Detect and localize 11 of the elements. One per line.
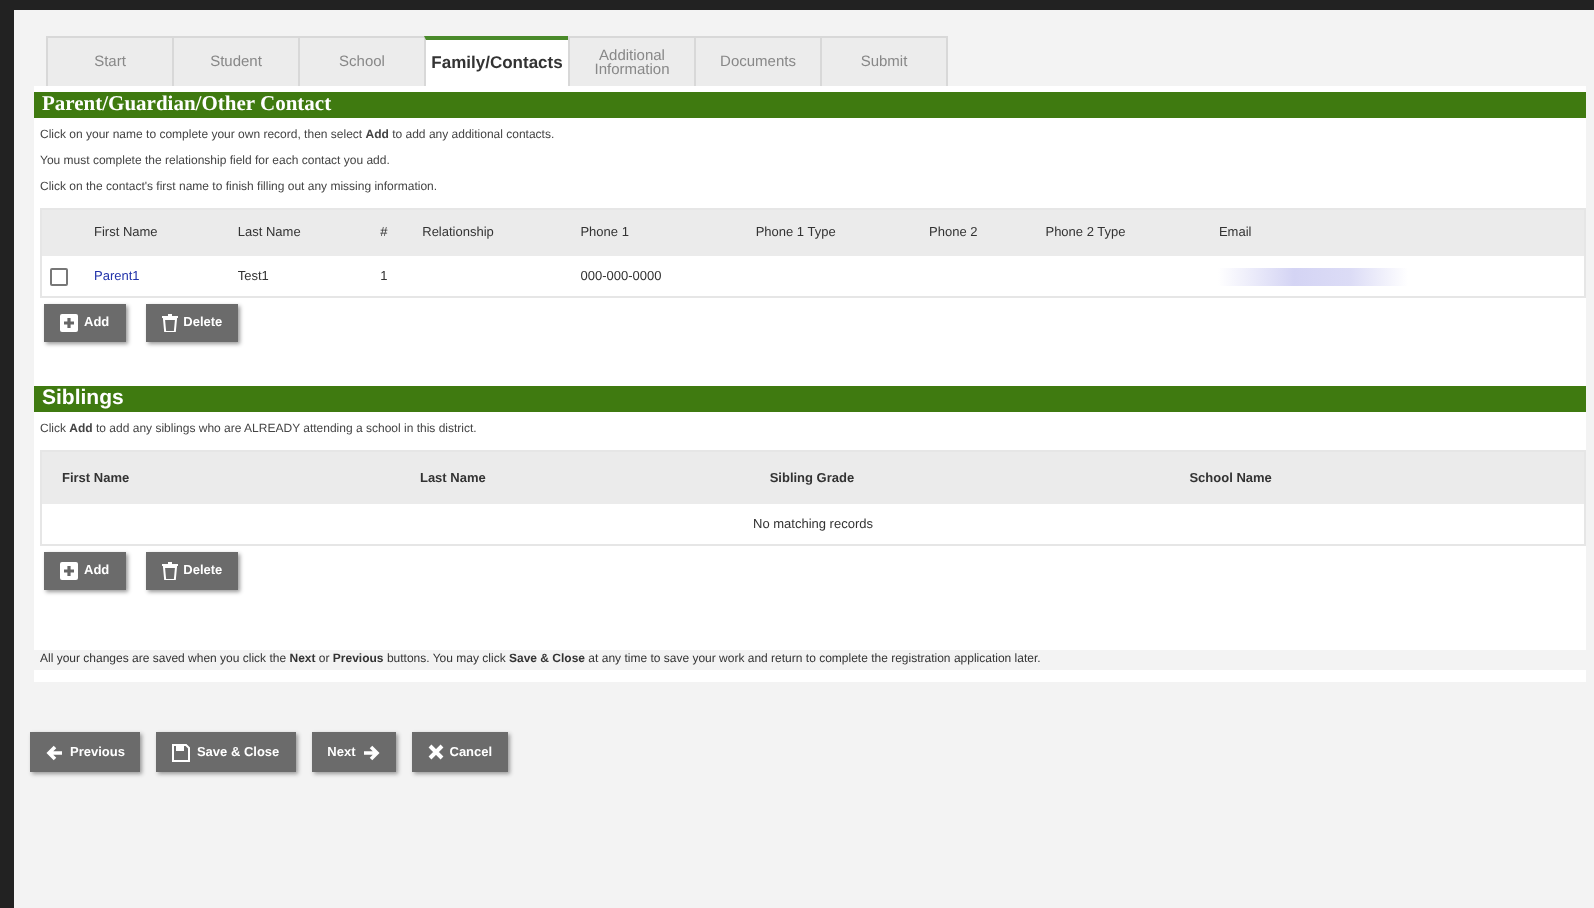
section-header: Siblings [34,386,1586,412]
trash-icon [161,314,178,332]
right-arrow-icon [361,743,380,761]
x-icon [427,744,444,760]
tab[interactable]: Family/Contacts [424,36,570,86]
plus-icon [60,562,78,580]
trash-icon [161,562,178,580]
row-checkbox[interactable] [50,267,68,285]
section-header: Parent/Guardian/Other Contact [34,92,1586,118]
plus-icon [60,314,78,332]
left-arrow-icon [46,743,64,761]
